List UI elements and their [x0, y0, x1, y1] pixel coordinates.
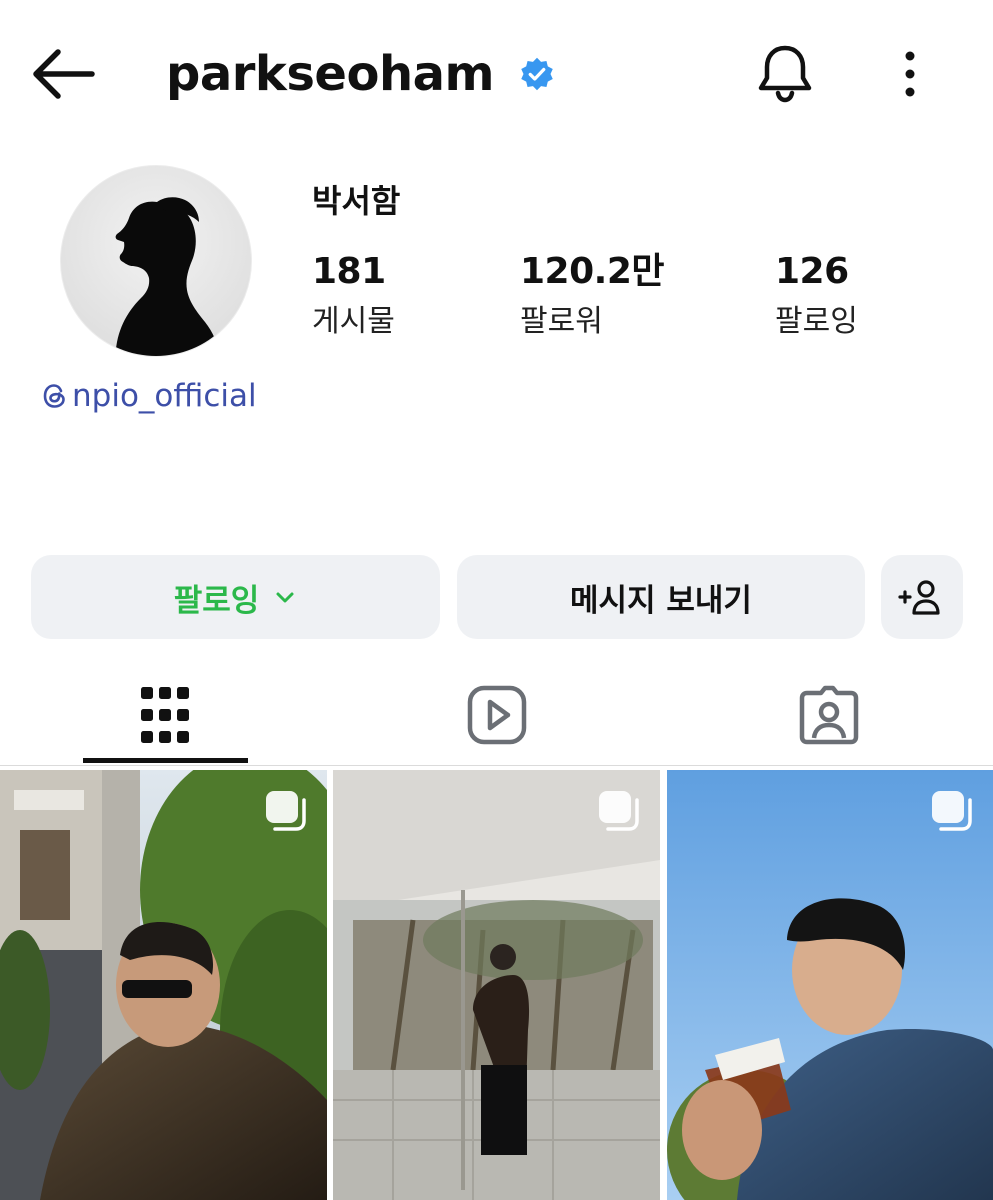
- grid-post-1[interactable]: [0, 770, 327, 1200]
- add-user-button[interactable]: [881, 555, 963, 639]
- tab-reels[interactable]: [372, 665, 622, 765]
- chevron-down-icon: [276, 592, 294, 603]
- threads-icon: [43, 384, 65, 408]
- tab-posts[interactable]: [40, 665, 290, 765]
- more-vertical-icon[interactable]: [894, 48, 926, 100]
- followers-stat[interactable]: 120.2만 팔로워: [520, 250, 665, 344]
- profile-username: parkseoham: [166, 46, 495, 102]
- active-tab-indicator: [83, 758, 248, 763]
- reels-play-icon: [467, 685, 527, 745]
- silhouette-image: [115, 197, 221, 356]
- grid-icon: [141, 687, 189, 743]
- message-button[interactable]: 메시지 보내기: [457, 555, 865, 639]
- tagged-person-icon: [799, 685, 859, 745]
- carousel-icon: [932, 791, 972, 831]
- grid-post-3[interactable]: [667, 770, 993, 1200]
- following-button-label: 팔로잉: [173, 582, 260, 619]
- followers-count: 120.2만: [520, 251, 665, 292]
- display-name: 박서함: [312, 182, 401, 220]
- posts-label: 게시물: [312, 304, 395, 339]
- post-image-1: [0, 770, 327, 1200]
- carousel-icon: [599, 791, 639, 831]
- bell-icon[interactable]: [754, 42, 816, 104]
- avatar[interactable]: [60, 165, 252, 357]
- post-image-2: [333, 770, 660, 1200]
- verified-badge-icon: [519, 56, 555, 92]
- carousel-icon: [266, 791, 306, 831]
- post-image-3: [667, 770, 993, 1200]
- threads-handle: npio_official: [72, 378, 257, 414]
- tab-tagged[interactable]: [704, 665, 954, 765]
- posts-stat[interactable]: 181 게시물: [312, 250, 395, 344]
- following-count: 126: [775, 251, 849, 292]
- message-button-label: 메시지 보내기: [570, 582, 752, 619]
- following-stat[interactable]: 126 팔로잉: [775, 250, 858, 344]
- grid-post-2[interactable]: [333, 770, 660, 1200]
- add-user-icon: [898, 580, 940, 615]
- following-button[interactable]: 팔로잉: [31, 555, 440, 639]
- back-arrow-icon[interactable]: [28, 48, 96, 100]
- followers-label: 팔로워: [520, 304, 603, 339]
- following-label: 팔로잉: [775, 304, 858, 339]
- posts-count: 181: [312, 251, 386, 292]
- threads-link[interactable]: npio_official: [40, 378, 257, 414]
- tabs-divider: [0, 765, 993, 766]
